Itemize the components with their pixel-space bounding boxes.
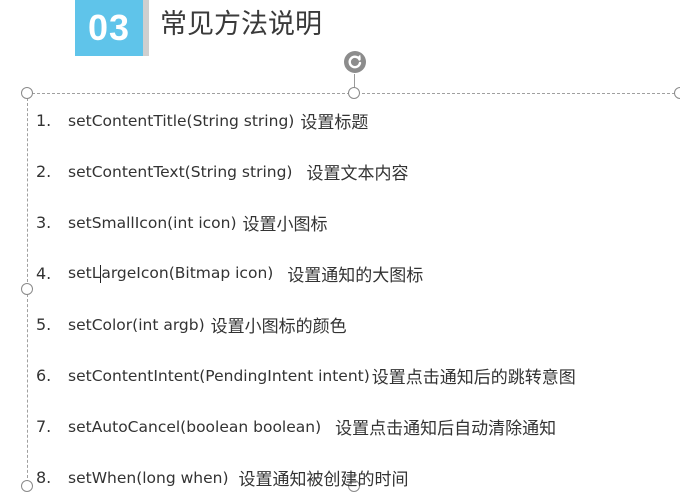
resize-handle-middle-left[interactable] (21, 283, 33, 295)
method-description: 设置点击通知后自动清除通知 (335, 419, 557, 439)
item-number: 2. (36, 162, 52, 181)
method-signature: setWhen(long when) (68, 468, 229, 487)
list-item[interactable]: 5. setColor(int argb) 设置小图标的颜色 (36, 299, 576, 350)
list-item[interactable]: 6. setContentIntent(PendingIntent intent… (36, 350, 576, 401)
method-description: 设置点击通知后的跳转意图 (371, 368, 576, 388)
method-signature: setLargeIcon(Bitmap icon) (68, 264, 273, 283)
method-description: 设置标题 (300, 113, 369, 133)
item-number: 8. (36, 468, 52, 487)
signature-part-before-caret: setL (68, 264, 101, 283)
section-number-badge: 03 (75, 0, 143, 56)
item-number: 5. (36, 315, 52, 334)
method-list: 1. setContentTitle(String string) 设置标题 2… (36, 95, 576, 503)
method-signature: setColor(int argb) (68, 315, 205, 334)
slide-title[interactable]: 常见方法说明 (160, 4, 322, 46)
item-number: 4. (36, 264, 52, 283)
method-signature: setContentTitle(String string) (68, 111, 295, 130)
list-item[interactable]: 7. setAutoCancel(boolean boolean) 设置点击通知… (36, 401, 576, 452)
item-number: 1. (36, 111, 52, 130)
resize-handle-bottom-left[interactable] (21, 480, 33, 492)
method-description: 设置通知的大图标 (287, 266, 424, 286)
resize-handle-top-left[interactable] (21, 87, 33, 99)
list-item[interactable]: 8. setWhen(long when) 设置通知被创建的时间 (36, 452, 576, 503)
method-signature: setContentText(String string) (68, 162, 293, 181)
signature-part-after-caret: argeIcon(Bitmap icon) (101, 264, 274, 283)
item-number: 7. (36, 417, 52, 436)
method-description: 设置小图标的颜色 (210, 317, 347, 337)
list-item[interactable]: 2. setContentText(String string) 设置文本内容 (36, 146, 576, 197)
resize-handle-top-right[interactable] (674, 87, 680, 99)
method-signature: setAutoCancel(boolean boolean) (68, 417, 322, 436)
list-item[interactable]: 1. setContentTitle(String string) 设置标题 (36, 95, 576, 146)
rotate-handle-icon[interactable] (343, 50, 367, 74)
item-number: 6. (36, 366, 52, 385)
method-description: 设置小图标 (242, 215, 328, 235)
list-item[interactable]: 4. setLargeIcon(Bitmap icon) 设置通知的大图标 (36, 248, 576, 299)
method-signature: setSmallIcon(int icon) (68, 213, 237, 232)
method-signature: setContentIntent(PendingIntent intent) (68, 366, 370, 385)
method-description: 设置通知被创建的时间 (238, 470, 409, 490)
list-item[interactable]: 3. setSmallIcon(int icon) 设置小图标 (36, 197, 576, 248)
method-description: 设置文本内容 (306, 164, 409, 184)
badge-shadow (143, 0, 149, 56)
item-number: 3. (36, 213, 52, 232)
